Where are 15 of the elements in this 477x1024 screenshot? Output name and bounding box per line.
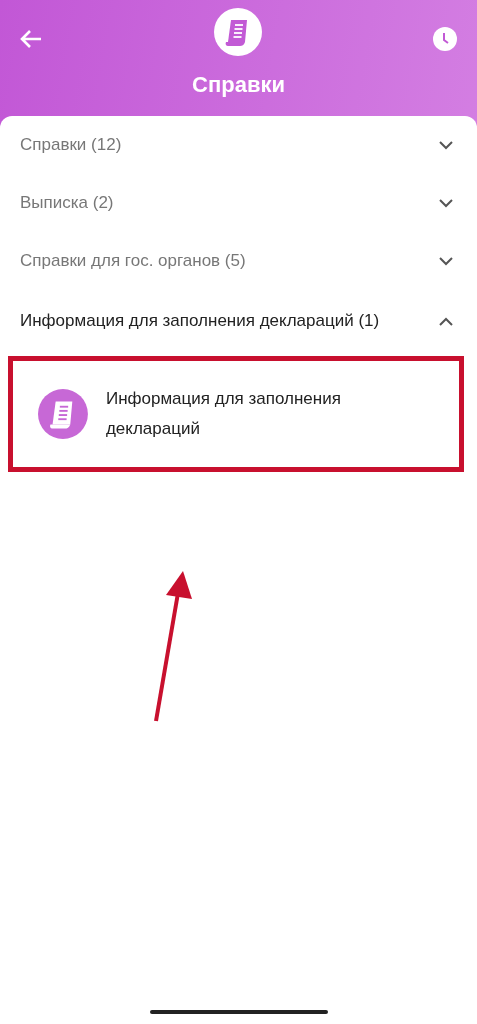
back-arrow-icon bbox=[20, 29, 42, 49]
chevron-icon bbox=[439, 256, 453, 266]
accordion-header[interactable]: Выписка (2) bbox=[0, 174, 477, 232]
accordion-header[interactable]: Справки (12) bbox=[0, 116, 477, 174]
document-icon bbox=[38, 389, 88, 439]
accordion-header[interactable]: Информация для заполнения деклараций (1) bbox=[0, 290, 477, 348]
chevron-icon bbox=[439, 198, 453, 208]
history-button[interactable] bbox=[433, 27, 457, 51]
page-title: Справки bbox=[192, 72, 285, 98]
document-icon bbox=[213, 8, 262, 56]
clock-icon bbox=[433, 27, 457, 51]
back-button[interactable] bbox=[20, 29, 42, 49]
chevron-icon bbox=[439, 140, 453, 150]
accordion-header[interactable]: Справки для гос. органов (5) bbox=[0, 232, 477, 290]
chevron-icon bbox=[439, 316, 453, 326]
